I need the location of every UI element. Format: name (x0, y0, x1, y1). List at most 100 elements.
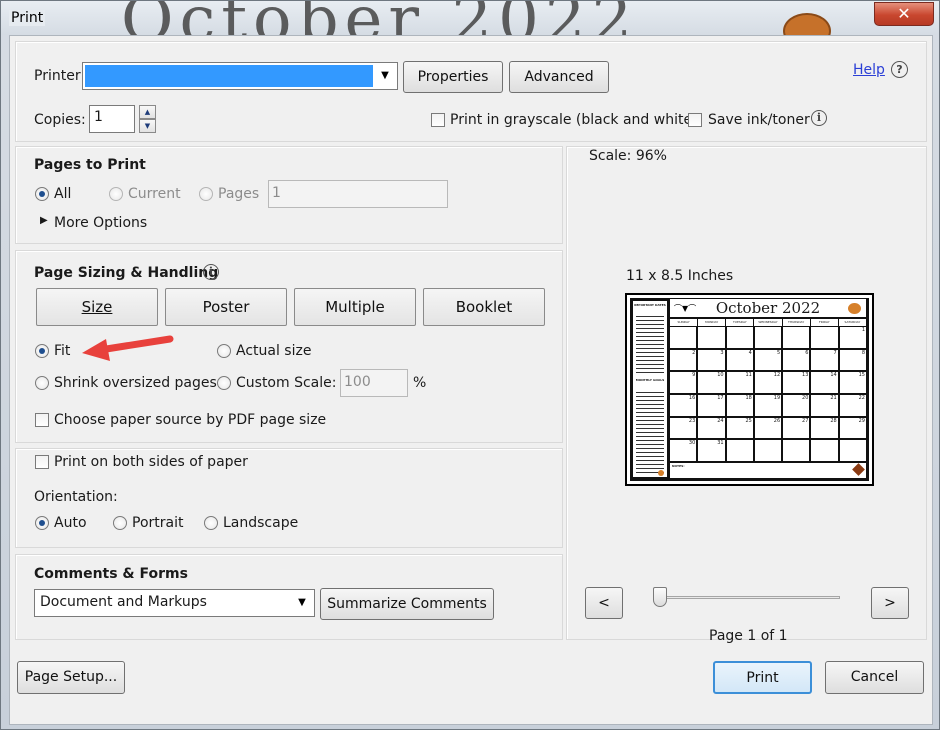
poster-button[interactable]: Poster (165, 288, 287, 326)
calendar-day-cell (698, 327, 725, 348)
close-button[interactable]: ✕ (874, 2, 934, 26)
pages-to-print-panel: Pages to Print All Current Pages 1 ▶ Mor… (15, 146, 563, 244)
size-button[interactable]: Size (36, 288, 158, 326)
auto-orientation-label: Auto (54, 515, 87, 531)
portrait-radio[interactable] (113, 516, 127, 530)
calendar-day-cell (811, 440, 838, 461)
printer-select[interactable]: ▼ (82, 62, 398, 90)
auto-orientation-radio[interactable] (35, 516, 49, 530)
size-button-label: Size (81, 298, 113, 316)
pages-range-radio[interactable] (199, 187, 213, 201)
save-ink-label: Save ink/toner (708, 112, 810, 128)
save-ink-checkbox[interactable] (688, 113, 702, 127)
calendar-day-cell: 28 (811, 417, 838, 439)
custom-scale-field[interactable]: 100 (340, 369, 408, 397)
help-link[interactable]: Help (853, 62, 885, 78)
actual-size-label: Actual size (236, 343, 312, 359)
comments-select[interactable]: Document and Markups ▼ (34, 589, 315, 617)
page-indicator: Page 1 of 1 (709, 628, 788, 644)
help-icon[interactable]: ? (891, 61, 908, 78)
calendar-day-cell: 4 (726, 349, 753, 371)
comments-selected-value: Document and Markups (40, 594, 207, 610)
calendar-day-cell (754, 327, 782, 348)
shrink-oversized-radio[interactable] (35, 376, 49, 390)
print-button[interactable]: Print (713, 661, 812, 694)
calendar-day-cell: 14 (811, 372, 838, 393)
properties-button[interactable]: Properties (403, 61, 503, 93)
page-slider-track[interactable] (658, 596, 840, 599)
background-window-text: October 2022 (121, 1, 638, 35)
advanced-button[interactable]: Advanced (509, 61, 609, 93)
calendar-day-cell: 23 (670, 417, 697, 439)
calendar-day-cell: 19 (754, 394, 782, 416)
background-pumpkin-image (783, 13, 831, 35)
paper-size-label: 11 x 8.5 Inches (626, 268, 734, 284)
calendar-day-cell: 27 (783, 417, 810, 439)
weekday-label: SUNDAY (670, 319, 698, 326)
printer-panel: Printer: ▼ Properties Advanced Help ? Co… (15, 41, 927, 142)
weekday-label: FRIDAY (810, 319, 838, 326)
current-page-radio[interactable] (109, 187, 123, 201)
next-page-button[interactable]: > (871, 587, 909, 619)
calendar-preview: IMPORTANT DATES MONTHLY GOALS October 20… (630, 298, 869, 481)
calendar-day-cell: 2 (670, 349, 697, 371)
calendar-day-cell: 1 (839, 327, 866, 348)
weekday-row: SUNDAY MONDAY TUESDAY WEDNESDAY THURSDAY FRID… (670, 319, 866, 326)
copies-field[interactable]: 1 (89, 105, 135, 133)
both-sides-checkbox[interactable] (35, 455, 49, 469)
all-pages-radio[interactable] (35, 187, 49, 201)
pages-range-field[interactable]: 1 (268, 180, 448, 208)
calendar-day-cell: 9 (670, 372, 697, 393)
calendar-day-cell: 31 (698, 440, 725, 461)
calendar-day-cell: 10 (698, 372, 725, 393)
chevron-down-icon[interactable]: ▼ (292, 593, 312, 613)
comments-forms-panel: Comments & Forms Document and Markups ▼ … (15, 554, 563, 640)
both-sides-label: Print on both sides of paper (54, 454, 248, 470)
more-options-toggle[interactable]: More Options (54, 215, 147, 231)
calendar-day-cell: 24 (698, 417, 725, 439)
weekday-label: MONDAY (698, 319, 726, 326)
calendar-day-cell (726, 327, 753, 348)
pages-range-label: Pages (218, 186, 260, 202)
landscape-radio[interactable] (204, 516, 218, 530)
cancel-button[interactable]: Cancel (825, 661, 924, 694)
calendar-day-cell: 13 (783, 372, 810, 393)
pumpkin-icon (848, 303, 861, 314)
calendar-day-cell: 6 (783, 349, 810, 371)
fit-radio[interactable] (35, 344, 49, 358)
previous-page-button[interactable]: < (585, 587, 623, 619)
portrait-label: Portrait (132, 515, 184, 531)
caret-right-icon[interactable]: ▶ (40, 215, 48, 226)
dialog-body: Printer: ▼ Properties Advanced Help ? Co… (9, 35, 933, 725)
calendar-day-cell (726, 440, 753, 461)
important-dates-label: IMPORTANT DATES (634, 303, 666, 307)
grayscale-checkbox[interactable] (431, 113, 445, 127)
info-icon[interactable]: i (203, 264, 219, 280)
page-setup-button[interactable]: Page Setup... (17, 661, 125, 694)
grayscale-label: Print in grayscale (black and white) (450, 112, 698, 128)
chevron-down-icon[interactable]: ▼ (375, 66, 395, 86)
pages-to-print-title: Pages to Print (34, 157, 146, 173)
page-slider-thumb[interactable] (653, 587, 667, 607)
info-icon[interactable]: i (811, 110, 827, 126)
copies-down-button[interactable]: ▼ (139, 119, 156, 133)
copies-up-button[interactable]: ▲ (139, 105, 156, 119)
notes-box: NOTES: (670, 463, 866, 478)
page-preview: IMPORTANT DATES MONTHLY GOALS October 20… (625, 293, 874, 486)
calendar-title: October 2022 (670, 299, 866, 317)
preview-panel: Scale: 96% 11 x 8.5 Inches IMPORTANT DAT… (566, 146, 927, 644)
custom-scale-radio[interactable] (217, 376, 231, 390)
lined-space (636, 389, 664, 473)
print-dialog: October 2022 Print ✕ Printer: ▼ Properti… (0, 0, 940, 730)
copies-value: 1 (94, 109, 103, 125)
custom-scale-label: Custom Scale: (236, 375, 337, 391)
paper-source-checkbox[interactable] (35, 413, 49, 427)
multiple-button[interactable]: Multiple (294, 288, 416, 326)
calendar-day-cell: 8 (839, 349, 866, 371)
summarize-comments-button[interactable]: Summarize Comments (320, 588, 494, 620)
booklet-button[interactable]: Booklet (423, 288, 545, 326)
actual-size-radio[interactable] (217, 344, 231, 358)
calendar-day-cell: 30 (670, 440, 697, 461)
orientation-panel: Print on both sides of paper Orientation… (15, 448, 563, 548)
calendar-day-cell (670, 327, 697, 348)
